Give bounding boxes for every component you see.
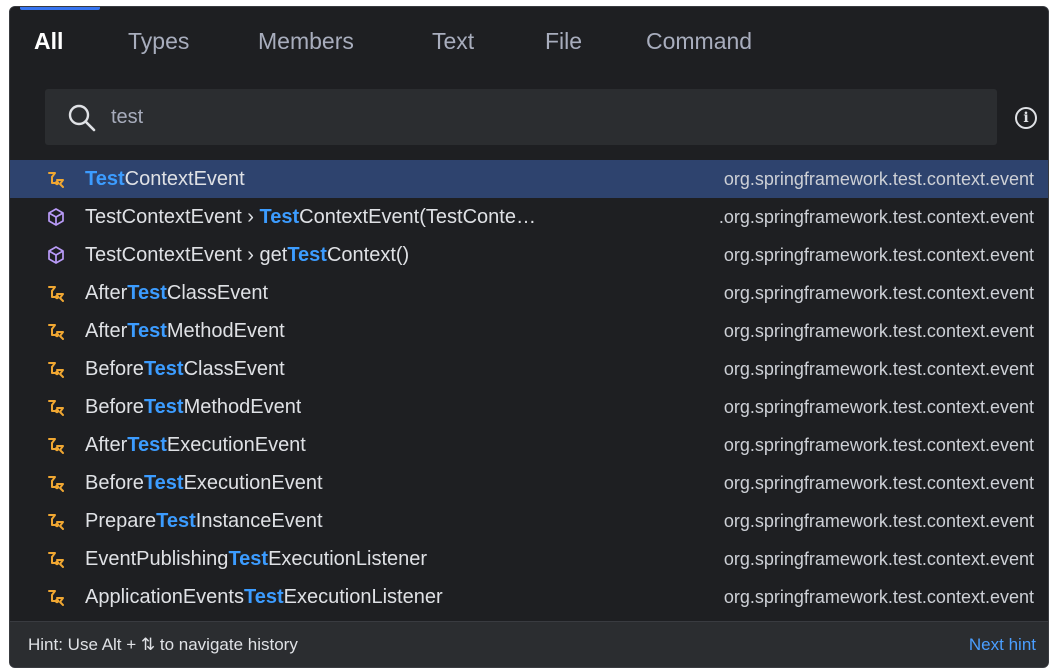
event-class-icon [48,438,64,454]
result-name: TestContextEvent › getTestContext() [85,236,409,274]
name-suffix: InstanceEvent [195,510,323,532]
match-highlight: Test [127,434,167,456]
tab-all[interactable]: All [34,7,63,70]
match-highlight: Test [85,168,125,190]
result-package: org.springframework.test.context.event [723,321,1034,341]
result-package: org.springframework.test.context.event [723,587,1034,607]
event-class-icon [48,324,64,340]
match-highlight: Test [259,206,300,228]
name-suffix: ExecutionEvent [166,434,306,456]
result-name: BeforeTestMethodEvent [85,388,301,426]
name-prefix: TestContextEvent › [85,206,260,228]
result-name: ApplicationEventsTestExecutionListener [85,578,443,616]
method-icon [48,208,64,226]
event-class-icon [48,476,64,492]
name-suffix: MethodEvent [183,396,302,418]
hint-text: Hint: Use Alt + ⇅ to navigate history [28,635,298,654]
result-row[interactable]: BeforeTestMethodEvent org.springframewor… [10,388,1048,426]
match-highlight: Test [228,548,269,570]
search-input[interactable] [111,101,971,133]
tab-file[interactable]: File [545,7,582,70]
tab-text[interactable]: Text [432,7,474,70]
search-icon [68,104,96,132]
name-prefix: EventPublishing [85,548,229,570]
name-suffix: ExecutionListener [268,548,428,570]
result-row[interactable]: ApplicationEventsTestExecutionListener o… [10,578,1048,616]
result-package: org.springframework.test.context.event [723,435,1034,455]
name-prefix: After [85,434,128,456]
result-name: AfterTestExecutionEvent [85,426,306,464]
name-prefix: Prepare [85,510,157,532]
result-row[interactable]: TestContextEvent › TestContextEvent(Test… [10,198,1048,236]
name-prefix: ApplicationEvents [85,586,244,608]
result-row[interactable]: BeforeTestExecutionEvent org.springframe… [10,464,1048,502]
footer: Hint: Use Alt + ⇅ to navigate history Ne… [10,621,1048,667]
name-prefix: Before [85,472,144,494]
tab-command[interactable]: Command [646,7,752,70]
tab-bar: All Types Members Text File Command [10,7,1048,70]
name-prefix: Before [85,396,144,418]
result-package: org.springframework.test.context.event [723,549,1034,569]
result-name: BeforeTestExecutionEvent [85,464,323,502]
result-row[interactable]: AfterTestExecutionEvent org.springframew… [10,426,1048,464]
name-prefix: Before [85,358,144,380]
name-prefix: After [85,282,128,304]
result-package: org.springframework.test.context.event [723,359,1034,379]
result-package: org.springframework.test.context.event [723,245,1034,265]
event-class-icon [48,400,64,416]
match-highlight: Test [127,282,167,304]
result-name: AfterTestMethodEvent [85,312,285,350]
result-name: PrepareTestInstanceEvent [85,502,323,540]
name-suffix: ClassEvent [166,282,269,304]
result-row[interactable]: PrepareTestInstanceEvent org.springframe… [10,502,1048,540]
match-highlight: Test [143,472,184,494]
name-suffix: ExecutionEvent [183,472,323,494]
result-name: EventPublishingTestExecutionListener [85,540,427,578]
result-name: TestContextEvent › TestContextEvent(Test… [85,198,536,236]
match-highlight: Test [143,396,184,418]
event-class-icon [48,286,64,302]
result-package: org.springframework.test.context.event [723,473,1034,493]
result-row[interactable]: AfterTestClassEvent org.springframework.… [10,274,1048,312]
name-suffix: ClassEvent [183,358,285,380]
result-row[interactable]: AfterTestMethodEvent org.springframework… [10,312,1048,350]
results-list: TestContextEvent org.springframework.tes… [10,160,1048,616]
name-prefix: TestContextEvent › get [85,244,288,266]
match-highlight: Test [287,244,327,266]
event-class-icon [48,172,64,188]
name-prefix: After [85,320,128,342]
result-name: BeforeTestClassEvent [85,350,285,388]
method-icon [48,246,64,264]
search-box [45,89,997,145]
result-row[interactable]: TestContextEvent org.springframework.tes… [10,160,1048,198]
result-name: AfterTestClassEvent [85,274,268,312]
name-suffix: Context() [326,244,410,266]
result-row[interactable]: BeforeTestClassEvent org.springframework… [10,350,1048,388]
match-highlight: Test [127,320,167,342]
match-highlight: Test [156,510,196,532]
result-package: org.springframework.test.context.event [723,283,1034,303]
event-class-icon [48,514,64,530]
tab-members[interactable]: Members [258,7,354,70]
event-class-icon [48,362,64,378]
name-suffix: ContextEvent [124,168,245,190]
search-everywhere-popup: All Types Members Text File Command i Te… [9,6,1049,668]
next-hint-link[interactable]: Next hint [969,622,1036,667]
result-row[interactable]: EventPublishingTestExecutionListener org… [10,540,1048,578]
result-package: .org.springframework.test.context.event [718,207,1034,227]
event-class-icon [48,590,64,606]
result-package: org.springframework.test.context.event [723,511,1034,531]
result-row[interactable]: TestContextEvent › getTestContext() org.… [10,236,1048,274]
match-highlight: Test [243,586,284,608]
tab-types[interactable]: Types [128,7,189,70]
result-name: TestContextEvent [85,160,245,198]
name-suffix: ExecutionListener [283,586,443,608]
result-package: org.springframework.test.context.event [723,169,1034,189]
name-suffix: MethodEvent [166,320,285,342]
info-icon[interactable]: i [1015,107,1037,129]
name-suffix: ContextEvent(TestConte… [299,206,536,228]
event-class-icon [48,552,64,568]
result-package: org.springframework.test.context.event [723,397,1034,417]
match-highlight: Test [143,358,184,380]
